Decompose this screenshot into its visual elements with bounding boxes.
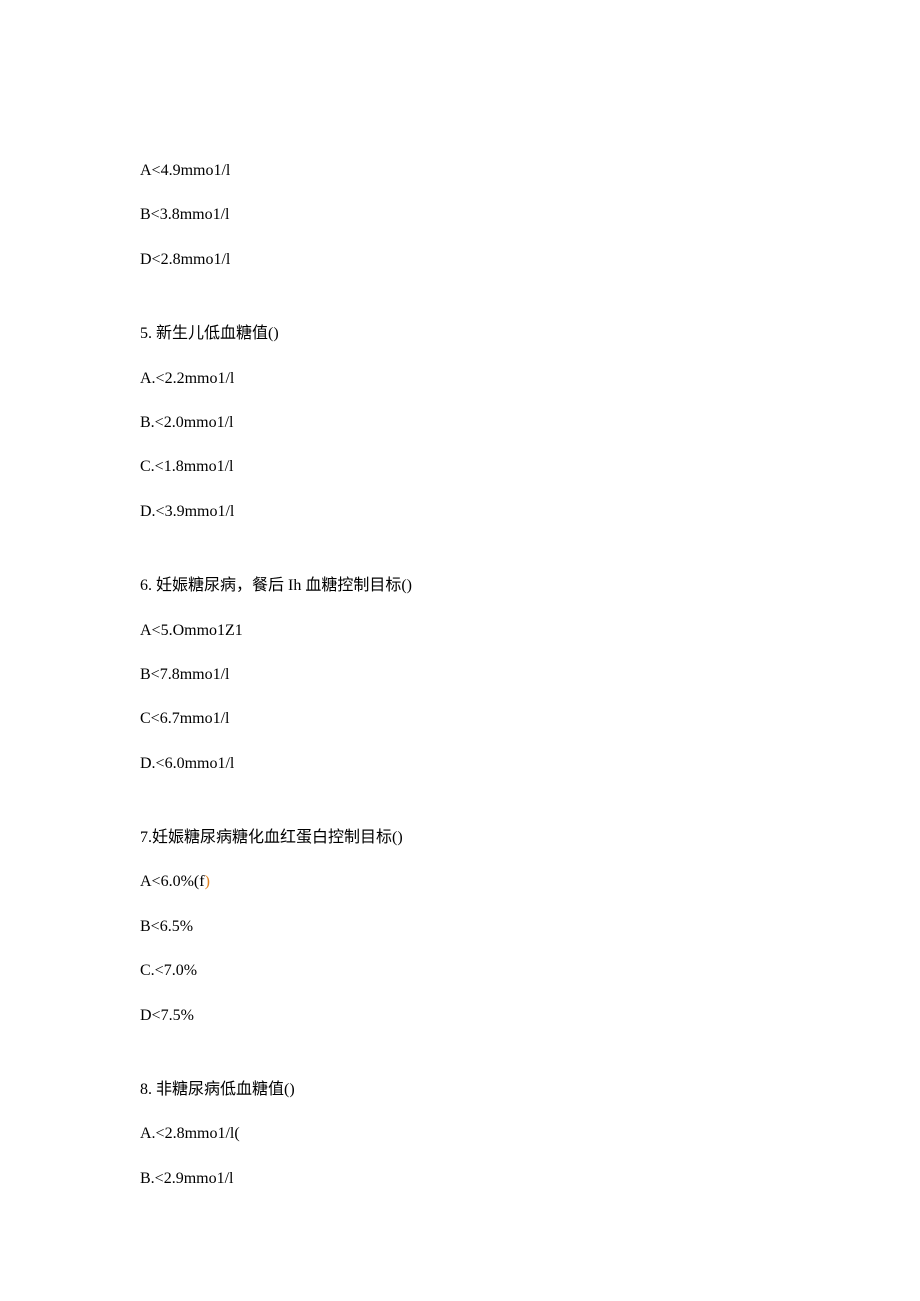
option-text: A<4.9mmo1/l — [140, 160, 780, 182]
option-text: A.<2.8mmo1/l( — [140, 1123, 780, 1145]
question-line: 6. 妊娠糖尿病，餐后 Ih 血糖控制目标() — [140, 575, 780, 597]
spacer — [140, 293, 780, 323]
option-text: B<6.5% — [140, 916, 780, 938]
option-text: B.<2.0mmo1/l — [140, 412, 780, 434]
question-separator: . — [148, 577, 156, 594]
option-text: D.<3.9mmo1/l — [140, 501, 780, 523]
question-line: 5. 新生儿低血糖值() — [140, 323, 780, 345]
option-text: C.<7.0% — [140, 960, 780, 982]
question-number: 8 — [140, 1081, 148, 1098]
option-text: D<2.8mmo1/l — [140, 249, 780, 271]
spacer — [140, 545, 780, 575]
question-line: 8. 非糖尿病低血糖值() — [140, 1079, 780, 1101]
question-text: 非糖尿病低血糖值() — [156, 1081, 295, 1098]
option-text: C.<1.8mmo1/l — [140, 456, 780, 478]
document-page: A<4.9mmo1/l B<3.8mmo1/l D<2.8mmo1/l 5. 新… — [0, 0, 920, 1190]
option-text-highlight: ) — [205, 873, 210, 890]
question-number: 7 — [140, 829, 148, 846]
option-text-part: A<6.0%(f — [140, 873, 205, 890]
option-text: B<3.8mmo1/l — [140, 204, 780, 226]
question-number: 5 — [140, 325, 148, 342]
option-text: B<7.8mmo1/l — [140, 664, 780, 686]
spacer — [140, 797, 780, 827]
question-separator: . — [148, 325, 156, 342]
option-text: A<5.Ommo1Z1 — [140, 620, 780, 642]
option-text: B.<2.9mmo1/l — [140, 1168, 780, 1190]
question-line: 7.妊娠糖尿病糖化血红蛋白控制目标() — [140, 827, 780, 849]
option-text: A.<2.2mmo1/l — [140, 368, 780, 390]
question-text: 妊娠糖尿病糖化血红蛋白控制目标() — [152, 829, 403, 846]
option-text: D.<6.0mmo1/l — [140, 753, 780, 775]
spacer — [140, 1049, 780, 1079]
question-text: 新生儿低血糖值() — [156, 325, 279, 342]
question-text: 妊娠糖尿病，餐后 Ih 血糖控制目标() — [156, 577, 412, 594]
option-text: A<6.0%(f) — [140, 871, 780, 893]
option-text: C<6.7mmo1/l — [140, 708, 780, 730]
question-number: 6 — [140, 577, 148, 594]
question-separator: . — [148, 1081, 156, 1098]
option-text: D<7.5% — [140, 1005, 780, 1027]
